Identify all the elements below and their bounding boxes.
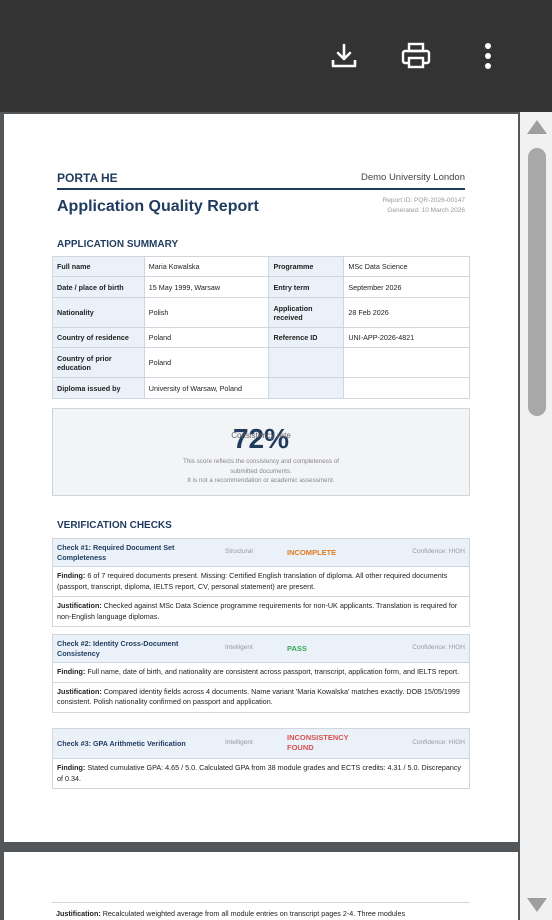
summary-value: Poland xyxy=(143,327,270,348)
check-justification: Justification: Checked against MSc Data … xyxy=(53,597,469,626)
check-confidence: Confidence: HIGH xyxy=(412,644,465,651)
summary-key: Application received xyxy=(268,297,345,328)
check-confidence: Confidence: HIGH xyxy=(412,548,465,555)
document-page-2: Justification: Recalculated weighted ave… xyxy=(4,852,518,920)
checks-heading: VERIFICATION CHECKS xyxy=(57,520,172,531)
verification-check: Check #1: Required Document Set Complete… xyxy=(52,538,470,627)
summary-value: Polish xyxy=(143,297,270,328)
consistency-score-box: 72% Consistency rate This score reflects… xyxy=(52,408,470,496)
justification-text: Recalculated weighted average from all m… xyxy=(102,909,406,918)
score-desc-line: This score reflects the consistency and … xyxy=(182,458,340,465)
score-desc-line: submitted documents. xyxy=(230,467,292,475)
summary-value: UNI-APP-2026-4821 xyxy=(343,327,470,348)
table-row: Full name Maria Kowalska Programme MSc D… xyxy=(52,256,470,277)
check-confidence: Confidence: HIGH xyxy=(412,739,465,746)
verification-check-continued: Justification: Recalculated weighted ave… xyxy=(52,902,470,920)
check-body: Finding: 6 of 7 required documents prese… xyxy=(53,567,469,626)
summary-key: Entry term xyxy=(268,276,345,298)
summary-value: Maria Kowalska xyxy=(143,256,270,277)
summary-value: 28 Feb 2026 xyxy=(343,297,470,328)
check-finding: Finding: Stated cumulative GPA: 4.65 / 5… xyxy=(53,759,469,788)
table-row: Diploma issued by University of Warsaw, … xyxy=(52,377,470,399)
check-type: Intelligent xyxy=(225,739,253,746)
justification-text: Checked against MSc Data Science program… xyxy=(57,601,458,621)
summary-value: Poland xyxy=(143,347,270,378)
summary-key: Diploma issued by xyxy=(52,377,145,399)
summary-empty xyxy=(343,347,470,378)
university-name: Demo University London xyxy=(360,172,465,183)
summary-key: Full name xyxy=(52,256,145,277)
viewer-toolbar xyxy=(0,0,552,112)
finding-text: Full name, date of birth, and nationalit… xyxy=(87,667,460,676)
finding-text: Stated cumulative GPA: 4.65 / 5.0. Calcu… xyxy=(57,763,462,783)
finding-text: 6 of 7 required documents present. Missi… xyxy=(57,571,448,591)
header-divider xyxy=(57,188,465,190)
check-header: Check #3: GPA Arithmetic Verification In… xyxy=(53,729,469,759)
summary-value: University of Warsaw, Poland xyxy=(143,377,270,399)
summary-value: 15 May 1999, Warsaw xyxy=(143,276,270,298)
check-justification: Justification: Compared identity fields … xyxy=(53,683,469,712)
scrollbar-thumb[interactable] xyxy=(528,148,546,416)
report-title: Application Quality Report xyxy=(57,198,259,215)
summary-key: Country of residence xyxy=(52,327,145,348)
justification-label: Justification: xyxy=(57,601,102,610)
summary-empty xyxy=(268,377,345,399)
summary-key: Date / place of birth xyxy=(52,276,145,298)
summary-key: Reference ID xyxy=(268,327,345,348)
summary-key: Country of prior education xyxy=(52,347,145,378)
justification-text: Compared identity fields across 4 docume… xyxy=(57,686,460,707)
table-row: Country of prior education Poland xyxy=(52,347,470,378)
summary-heading: APPLICATION SUMMARY xyxy=(57,239,179,250)
summary-key: Nationality xyxy=(52,297,145,328)
check-justification: Justification: Recalculated weighted ave… xyxy=(52,903,470,920)
brand-name: PORTA HE xyxy=(57,171,118,185)
check-status: INCOMPLETE xyxy=(287,548,337,557)
report-meta: Report ID: PQR-2026-00147 Generated: 10 … xyxy=(383,196,465,216)
summary-value: MSc Data Science xyxy=(343,256,470,277)
check-status: PASS xyxy=(287,644,307,653)
summary-key: Programme xyxy=(268,256,345,277)
justification-label: Justification: xyxy=(56,909,101,918)
scroll-down-arrow-icon[interactable] xyxy=(527,898,547,912)
finding-label: Finding: xyxy=(57,763,86,772)
table-row: Nationality Polish Application received … xyxy=(52,297,470,328)
check-type: Intelligent xyxy=(225,644,253,651)
score-desc-line: It is not a recommendation or academic a… xyxy=(187,477,335,484)
scroll-up-arrow-icon[interactable] xyxy=(527,120,547,134)
document-page: PORTA HE Demo University London Applicat… xyxy=(4,114,518,842)
print-icon[interactable] xyxy=(400,40,432,72)
check-body: Finding: Stated cumulative GPA: 4.65 / 5… xyxy=(53,759,469,788)
summary-empty xyxy=(343,377,470,399)
summary-empty xyxy=(268,347,345,378)
finding-label: Finding: xyxy=(57,571,86,580)
verification-check: Check #3: GPA Arithmetic Verification In… xyxy=(52,728,470,789)
more-vert-icon[interactable] xyxy=(472,40,504,72)
check-body: Justification: Recalculated weighted ave… xyxy=(52,903,470,920)
summary-table: Full name Maria Kowalska Programme MSc D… xyxy=(52,256,470,399)
check-header: Check #1: Required Document Set Complete… xyxy=(53,539,469,567)
consistency-score-description: This score reflects the consistency and … xyxy=(53,457,469,486)
finding-label: Finding: xyxy=(57,667,86,676)
check-header: Check #2: Identity Cross-Document Consis… xyxy=(53,635,469,663)
check-type: Structural xyxy=(225,548,253,555)
summary-value: September 2026 xyxy=(343,276,470,298)
check-body: Finding: Full name, date of birth, and n… xyxy=(53,663,469,712)
consistency-score-label: Consistency rate xyxy=(231,431,291,440)
check-title: Check #3: GPA Arithmetic Verification xyxy=(57,739,186,748)
check-finding: Finding: 6 of 7 required documents prese… xyxy=(53,567,469,597)
download-icon[interactable] xyxy=(328,40,360,72)
report-generated: Generated: 10 March 2026 xyxy=(387,207,465,214)
check-finding: Finding: Full name, date of birth, and n… xyxy=(53,663,469,683)
table-row: Date / place of birth 15 May 1999, Warsa… xyxy=(52,276,470,298)
table-row: Country of residence Poland Reference ID… xyxy=(52,327,470,348)
justification-label: Justification: xyxy=(57,686,102,696)
check-title: Check #1: Required Document Set Complete… xyxy=(57,543,175,562)
verification-check: Check #2: Identity Cross-Document Consis… xyxy=(52,634,470,713)
check-title: Check #2: Identity Cross-Document Consis… xyxy=(57,639,179,658)
check-status: INCONSISTENCY FOUND xyxy=(287,733,349,752)
report-id: Report ID: PQR-2026-00147 xyxy=(382,197,465,204)
